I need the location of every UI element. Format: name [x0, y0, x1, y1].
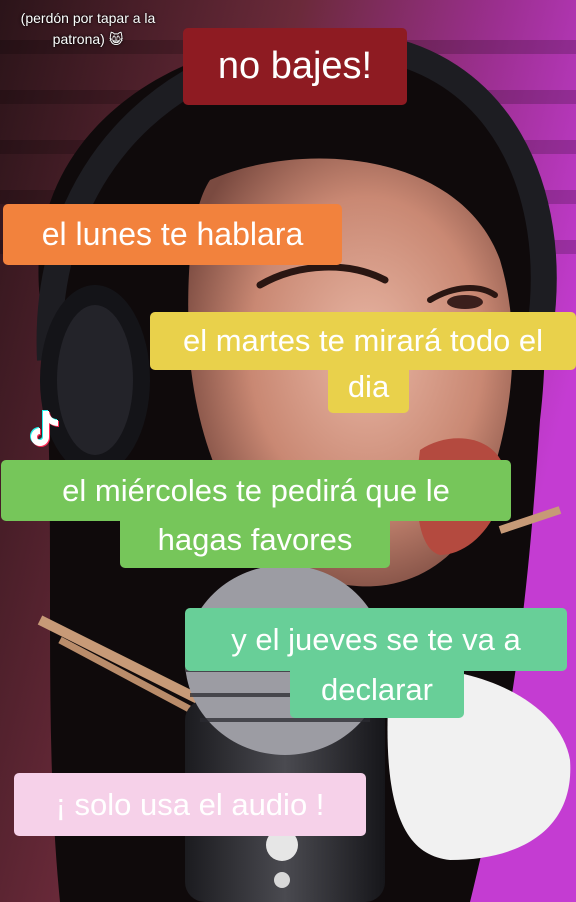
cover-apology-note: (perdón por tapar a la patrona) 😸 — [0, 8, 176, 50]
caption-tuesday-line-2-text: dia — [347, 368, 390, 404]
video-frame[interactable]: (perdón por tapar a la patrona) 😸 no baj… — [0, 0, 576, 902]
caption-audio-prompt: ¡ solo usa el audio ! — [14, 773, 366, 836]
title-banner: no bajes! — [183, 28, 407, 105]
caption-tuesday-line-2: dia — [328, 360, 409, 413]
caption-monday: el lunes te hablara — [3, 204, 342, 265]
caption-monday-text: el lunes te hablara — [41, 216, 304, 252]
caption-thursday-line-2-text: declarar — [321, 672, 433, 707]
title-text: no bajes! — [217, 45, 373, 87]
note-line-1: (perdón por tapar a la — [20, 10, 156, 26]
caption-wednesday-line-2: hagas favores — [120, 512, 390, 568]
caption-thursday-line-1-text: y el jueves se te va a — [231, 621, 521, 657]
video-background — [0, 0, 576, 902]
caption-thursday-line-2: declarar — [290, 662, 464, 718]
caption-wednesday-line-1-text: el miércoles te pedirá que le — [62, 472, 450, 508]
note-line-2-text: patrona) — [52, 31, 105, 47]
cat-emoji-icon: 😸 — [108, 31, 124, 47]
caption-tuesday-line-1-text: el martes te mirará todo el — [182, 323, 544, 358]
note-line-2: patrona) 😸 — [0, 29, 176, 50]
tiktok-logo-icon — [30, 410, 59, 447]
caption-audio-prompt-text: ¡ solo usa el audio ! — [55, 786, 325, 822]
caption-wednesday-line-2-text: hagas favores — [157, 522, 353, 557]
